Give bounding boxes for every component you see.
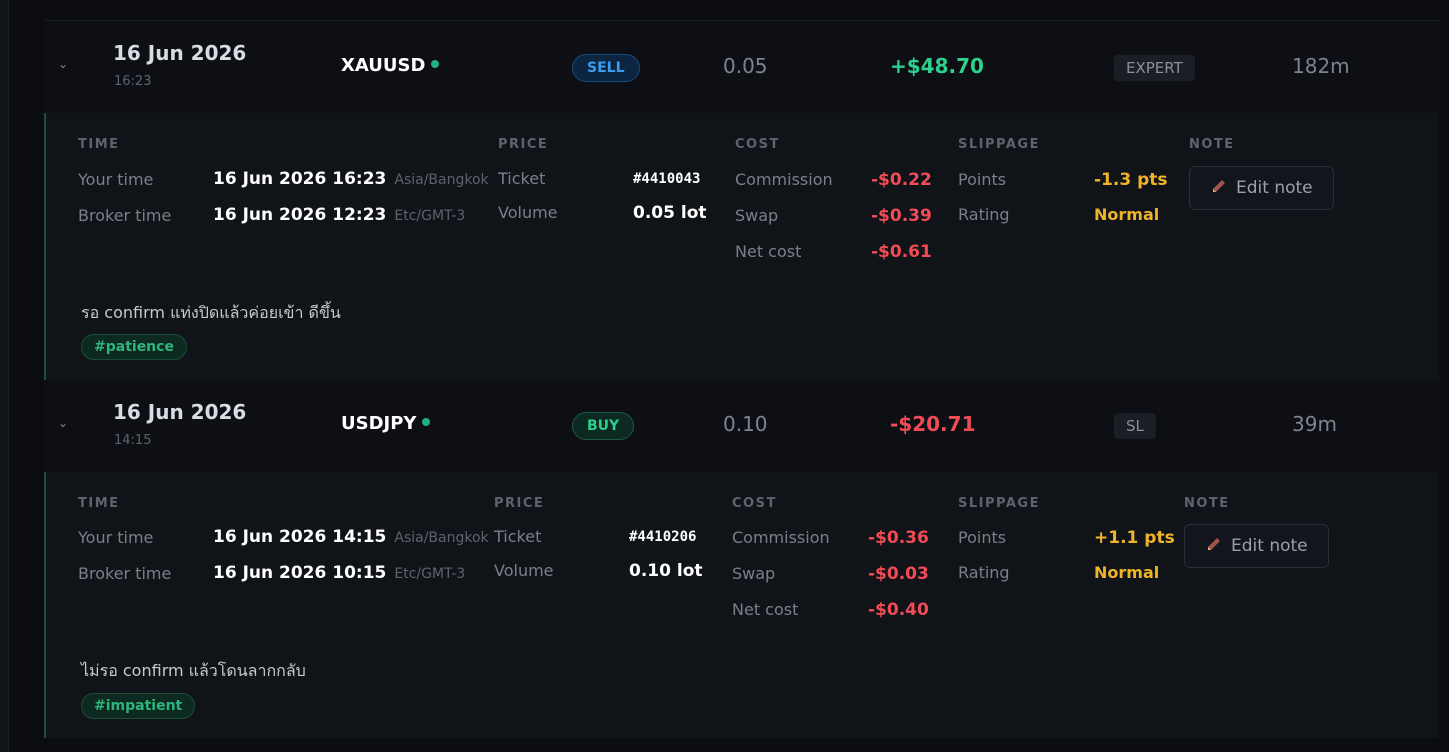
points-label: Points	[958, 528, 1007, 547]
pencil-icon	[1213, 180, 1225, 192]
trade-row[interactable]: ⌄ 16 Jun 2026 14:15 USDJPY BUY 0.10 -$20…	[44, 380, 1439, 472]
swap-label: Swap	[735, 206, 779, 225]
your-time-value: 16 Jun 2026 16:23 Asia/Bangkok	[213, 169, 489, 189]
note-text: ไม่รอ confirm แล้วโดนลากกลับ	[81, 661, 306, 680]
commission-value: -$0.36	[868, 528, 929, 548]
volume-label: Volume	[498, 203, 558, 222]
ticket-value: #4410043	[633, 171, 701, 187]
trade-volume: 0.10	[723, 412, 768, 436]
trade-time: 14:15	[114, 433, 152, 448]
net-cost-value: -$0.40	[868, 600, 929, 620]
cost-section-header: COST	[735, 137, 780, 152]
trade-journal-page: ⌄ 16 Jun 2026 16:23 XAUUSD SELL 0.05 +$4…	[0, 0, 1449, 752]
price-section-header: PRICE	[494, 496, 545, 511]
trade-symbol: XAUUSD	[341, 55, 440, 76]
cost-section-header: COST	[732, 496, 777, 511]
note-section-header: NOTE	[1189, 137, 1235, 152]
trade-item: ⌄ 16 Jun 2026 16:23 XAUUSD SELL 0.05 +$4…	[44, 21, 1439, 380]
volume-value: 0.10 lot	[629, 561, 703, 581]
note-tag[interactable]: #patience	[81, 334, 187, 360]
swap-value: -$0.03	[868, 564, 929, 584]
pencil-icon	[1208, 538, 1220, 550]
broker-timezone: Etc/GMT-3	[394, 208, 466, 224]
trade-date: 16 Jun 2026	[113, 41, 247, 65]
your-timezone: Asia/Bangkok	[394, 172, 489, 188]
ticket-label: Ticket	[494, 527, 542, 546]
left-rail-divider	[8, 0, 9, 752]
price-section-header: PRICE	[498, 137, 549, 152]
net-cost-value: -$0.61	[871, 242, 932, 262]
rating-value: Normal	[1094, 563, 1160, 582]
close-reason-badge: SL	[1114, 413, 1156, 439]
trade-symbol: USDJPY	[341, 413, 431, 434]
slippage-section-header: SLIPPAGE	[958, 496, 1040, 511]
trade-duration: 182m	[1292, 54, 1350, 78]
trade-duration: 39m	[1292, 412, 1337, 436]
volume-label: Volume	[494, 561, 554, 580]
note-section-header: NOTE	[1184, 496, 1230, 511]
trade-detail-panel: TIME Your time 16 Jun 2026 14:15 Asia/Ban…	[44, 472, 1439, 738]
side-badge: SELL	[572, 54, 640, 82]
points-label: Points	[958, 170, 1007, 189]
trade-pnl: -$20.71	[890, 412, 976, 436]
edit-note-button[interactable]: Edit note	[1189, 166, 1334, 210]
note-text: รอ confirm แท่งปิดแล้วค่อยเข้า ดีขึ้น	[81, 303, 341, 322]
broker-time-label: Broker time	[78, 564, 172, 583]
trade-pnl: +$48.70	[890, 54, 984, 78]
status-dot-icon	[422, 418, 431, 426]
note-tag[interactable]: #impatient	[81, 693, 196, 719]
edit-note-button[interactable]: Edit note	[1184, 524, 1329, 568]
trade-volume: 0.05	[723, 54, 768, 78]
broker-time-label: Broker time	[78, 206, 172, 225]
slippage-section-header: SLIPPAGE	[958, 137, 1040, 152]
ticket-label: Ticket	[498, 169, 546, 188]
commission-label: Commission	[732, 528, 830, 547]
broker-time-value: 16 Jun 2026 10:15 Etc/GMT-3	[213, 563, 466, 583]
swap-label: Swap	[732, 564, 776, 583]
swap-value: -$0.39	[871, 206, 932, 226]
your-time-label: Your time	[78, 170, 154, 189]
time-section-header: TIME	[78, 496, 120, 511]
commission-value: -$0.22	[871, 170, 932, 190]
close-reason-badge: EXPERT	[1114, 55, 1195, 81]
your-time-label: Your time	[78, 528, 154, 547]
chevron-down-icon[interactable]: ⌄	[58, 416, 68, 430]
ticket-value: #4410206	[629, 529, 697, 545]
commission-label: Commission	[735, 170, 833, 189]
points-value: +1.1 pts	[1094, 528, 1175, 548]
rating-label: Rating	[958, 205, 1010, 224]
points-value: -1.3 pts	[1094, 170, 1168, 190]
volume-value: 0.05 lot	[633, 203, 707, 223]
trade-row[interactable]: ⌄ 16 Jun 2026 16:23 XAUUSD SELL 0.05 +$4…	[44, 21, 1439, 113]
rating-label: Rating	[958, 563, 1010, 582]
trade-time: 16:23	[114, 74, 152, 89]
chevron-down-icon[interactable]: ⌄	[58, 57, 68, 71]
trade-detail-panel: TIME Your time 16 Jun 2026 16:23 Asia/Ban…	[44, 113, 1439, 380]
trade-item: ⌄ 16 Jun 2026 14:15 USDJPY BUY 0.10 -$20…	[44, 380, 1439, 738]
rating-value: Normal	[1094, 205, 1160, 224]
your-time-value: 16 Jun 2026 14:15 Asia/Bangkok	[213, 527, 489, 547]
net-cost-label: Net cost	[735, 242, 802, 261]
time-section-header: TIME	[78, 137, 120, 152]
broker-time-value: 16 Jun 2026 12:23 Etc/GMT-3	[213, 205, 466, 225]
status-dot-icon	[431, 60, 440, 68]
your-timezone: Asia/Bangkok	[394, 530, 489, 546]
net-cost-label: Net cost	[732, 600, 799, 619]
trade-date: 16 Jun 2026	[113, 400, 247, 424]
side-badge: BUY	[572, 412, 635, 440]
broker-timezone: Etc/GMT-3	[394, 566, 466, 582]
left-rail	[0, 0, 8, 752]
